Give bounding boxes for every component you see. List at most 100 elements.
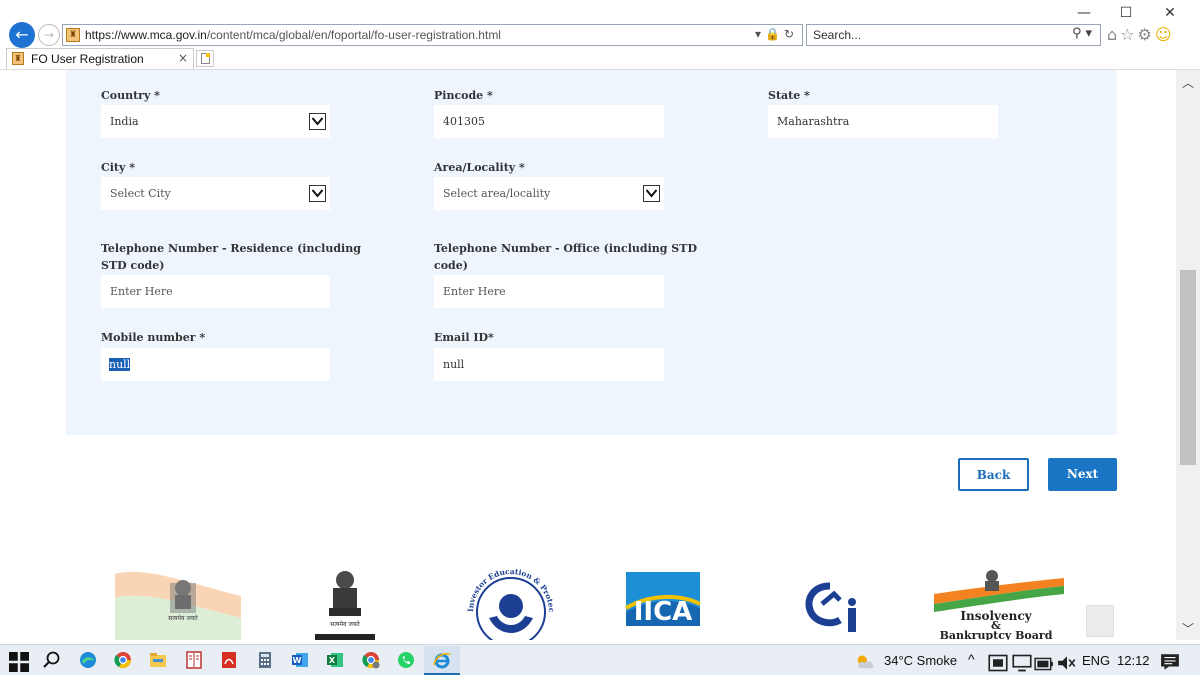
chrome-browser-icon[interactable] [113,650,133,670]
country-value: India [110,115,139,128]
mobile-value-selected: null [109,358,131,371]
address-bar[interactable]: ♜ https://www.mca.gov.in/content/mca/glo… [62,24,803,46]
windows-start-icon[interactable] [9,652,29,672]
arrow-right-icon: → [43,28,55,42]
tray-app-icon[interactable] [988,653,1008,673]
ibbi-logo[interactable]: Insolvency & Bankruptcy Board [934,568,1064,640]
tel-residence-label-line1: Telephone Number - Residence (including [101,242,361,255]
city-value: Select City [110,187,171,200]
tel-office-placeholder: Enter Here [443,285,506,298]
scroll-up-icon[interactable]: ︿ [1176,74,1200,90]
new-tab-icon [201,53,210,64]
country-select[interactable]: India [101,105,330,138]
cci-logo[interactable] [800,568,864,638]
arrow-left-icon: ← [15,25,29,44]
national-emblem-logo[interactable]: सत्यमेव जयते [315,568,375,640]
vertical-scrollbar[interactable]: ︿ ﹀ [1176,70,1200,640]
chevron-down-icon[interactable] [643,185,660,202]
area-select[interactable]: Select area/locality [434,177,664,210]
city-select[interactable]: Select City [101,177,330,210]
excel-icon[interactable]: X [325,650,345,670]
new-tab-button[interactable] [196,50,214,67]
minimize-button[interactable]: — [1075,4,1093,22]
tray-chevron-up-icon[interactable]: ^ [968,651,975,667]
speaker-muted-icon[interactable] [1057,653,1077,673]
azadi-emblem-logo[interactable]: सत्यमेव जयते [115,568,241,640]
scroll-to-top-button[interactable] [1086,605,1114,637]
battery-icon[interactable] [1034,654,1054,674]
tel-office-label: Telephone Number - Office (including STD… [434,240,697,274]
tel-residence-label-line2: STD code) [101,259,165,272]
state-value: Maharashtra [777,115,850,128]
whatsapp-icon[interactable] [396,650,416,670]
email-input[interactable]: null [434,348,664,381]
close-window-button[interactable]: ✕ [1161,4,1179,22]
iepfa-logo[interactable]: Investor Education & Protection Fund Aut… [461,561,557,640]
windows-taskbar: W X 34°C Smoke ^ ENG 12:12 [0,644,1200,675]
word-icon[interactable]: W [290,650,310,670]
svg-text:X: X [329,656,336,665]
file-explorer-icon[interactable] [148,650,168,670]
home-icon[interactable]: ⌂ [1107,25,1120,44]
scrollbar-thumb[interactable] [1180,270,1196,465]
tel-residence-placeholder: Enter Here [110,285,173,298]
taskbar-active-ie[interactable] [424,646,460,675]
favorites-star-icon[interactable]: ☆ [1120,25,1137,44]
state-input[interactable]: Maharashtra [768,105,998,138]
lock-icon[interactable]: 🔒 [765,27,784,41]
calculator-icon[interactable] [255,650,275,670]
notifications-icon[interactable] [1160,652,1180,672]
chevron-down-icon[interactable] [309,113,326,130]
pincode-label: Pincode * [434,89,493,102]
chevron-down-icon[interactable] [309,185,326,202]
email-label: Email ID* [434,331,494,344]
dropdown-icon[interactable]: ▾ [755,27,765,41]
clock-time[interactable]: 12:12 [1117,653,1150,668]
tel-office-input[interactable]: Enter Here [434,275,664,308]
city-label: City * [101,161,135,174]
network-icon[interactable] [1012,653,1032,673]
iica-logo[interactable]: IICA [620,568,706,630]
tel-residence-input[interactable]: Enter Here [101,275,330,308]
email-value: null [443,358,465,371]
feedback-smiley-icon[interactable]: ☺ [1155,25,1175,44]
book-app-icon[interactable] [184,650,204,670]
tel-residence-label: Telephone Number - Residence (including … [101,240,361,274]
tab-close-icon[interactable]: × [178,51,188,65]
taskbar-search-icon[interactable] [42,650,62,670]
url-path: /content/mca/global/en/foportal/fo-user-… [206,28,501,42]
area-value: Select area/locality [443,187,551,200]
search-input[interactable]: Search... [813,28,861,42]
maximize-button[interactable]: ☐ [1117,4,1135,22]
browser-back-button[interactable]: ← [9,22,35,48]
language-indicator[interactable]: ENG [1082,653,1110,668]
weather-smoke-icon[interactable] [855,651,875,671]
ibbi-line3: Bankruptcy Board [940,629,1053,640]
chrome-profile-icon[interactable] [361,650,381,670]
browser-toolbar-icons: ⌂☆⚙☺ [1107,25,1175,44]
edge-browser-icon[interactable] [78,650,98,670]
settings-gear-icon[interactable]: ⚙ [1138,25,1155,44]
search-box[interactable]: Search... ⚲▾ [806,24,1101,46]
pincode-input[interactable]: 401305 [434,105,664,138]
state-label: State * [768,89,810,102]
mobile-input[interactable]: null [101,348,330,381]
next-button[interactable]: Next [1048,458,1117,491]
browser-chrome: — ☐ ✕ ← → ♜ https://www.mca.gov.in/conte… [0,0,1200,70]
tab-favicon-icon: ♜ [12,52,24,65]
tel-office-label-line2: code) [434,259,468,272]
country-label: Country * [101,89,160,102]
back-button[interactable]: Back [958,458,1029,491]
tab-fo-user-registration[interactable]: ♜ FO User Registration × [6,48,194,69]
internet-explorer-icon [433,653,451,669]
refresh-icon[interactable]: ↻ [784,27,798,41]
pdf-reader-icon[interactable] [219,650,239,670]
address-url[interactable]: https://www.mca.gov.in/content/mca/globa… [85,28,501,42]
address-tools: ▾🔒↻ [755,27,798,41]
browser-forward-button[interactable]: → [38,24,60,46]
search-dropdown-icon[interactable]: ▾ [1085,26,1096,41]
scroll-down-icon[interactable]: ﹀ [1176,620,1200,636]
search-icon[interactable]: ⚲ [1072,26,1086,41]
page-viewport: Country * India Pincode * 401305 State *… [0,70,1176,640]
weather-text[interactable]: 34°C Smoke [884,653,957,668]
